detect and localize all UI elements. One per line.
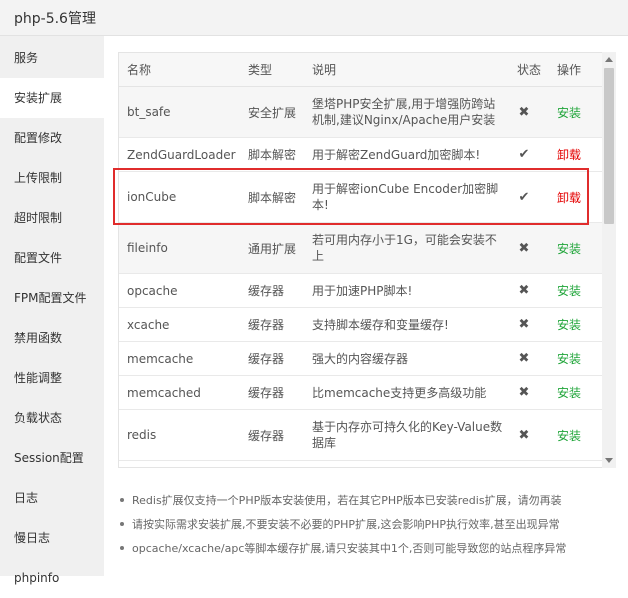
install-button[interactable]: 安装: [557, 308, 593, 341]
ext-desc: 比memcache支持更多高级功能: [312, 385, 487, 400]
status-cross-icon: ✖: [518, 351, 530, 366]
ext-name: xcache: [127, 317, 170, 332]
sidebar-item-upload-limit[interactable]: 上传限制: [0, 158, 104, 198]
install-button[interactable]: 安装: [557, 87, 593, 137]
ext-type: 缓存器: [248, 284, 285, 298]
table-row: memcache 缓存器 强大的内容缓存器 ✖ 安装: [119, 342, 602, 376]
scroll-thumb[interactable]: [604, 68, 614, 224]
status-cross-icon: ✖: [518, 385, 530, 400]
sidebar-item-performance[interactable]: 性能调整: [0, 358, 104, 398]
install-button[interactable]: 安装: [557, 274, 593, 307]
list-item: 请按实际需求安装扩展,不要安装不必要的PHP扩展,这会影响PHP执行效率,甚至出…: [120, 516, 560, 532]
status-cross-icon: ✖: [518, 240, 530, 256]
bullet-icon: [120, 546, 124, 550]
table-row: ZendGuardLoader 脚本解密 用于解密ZendGuard加密脚本! …: [119, 138, 602, 172]
note-text: 请按实际需求安装扩展,不要安装不必要的PHP扩展,这会影响PHP执行效率,甚至出…: [132, 518, 560, 531]
sidebar-item-fpm-config-file[interactable]: FPM配置文件: [0, 278, 104, 318]
window-title: php-5.6管理: [14, 11, 96, 27]
ext-name: opcache: [127, 283, 178, 298]
sidebar-item-log[interactable]: 日志: [0, 478, 104, 518]
note-text: opcache/xcache/apc等脚本缓存扩展,请只安装其中1个,否则可能导…: [132, 542, 567, 555]
ext-name: ionCube: [127, 190, 177, 204]
sidebar-item-disabled-functions[interactable]: 禁用函数: [0, 318, 104, 358]
ext-name: memcache: [127, 351, 194, 366]
status-cross-icon: ✖: [518, 104, 530, 120]
table-row: fileinfo 通用扩展 若可用内存小于1G，可能会安装不上 ✖ 安装: [119, 223, 602, 274]
ext-name: bt_safe: [127, 105, 171, 119]
status-check-icon: ✔: [518, 147, 530, 162]
ext-desc: 强大的内容缓存器: [312, 351, 409, 366]
sidebar: 服务 安装扩展 配置修改 上传限制 超时限制 配置文件 FPM配置文件 禁用函数…: [0, 36, 104, 585]
ext-type: 缓存器: [248, 352, 285, 366]
header-op: 操作: [557, 63, 582, 77]
ext-name: memcached: [127, 385, 201, 400]
table-scrollbar[interactable]: [602, 52, 616, 468]
ext-desc: 支持脚本缓存和变量缓存!: [312, 317, 449, 332]
sidebar-item-install-extensions[interactable]: 安装扩展: [0, 78, 104, 118]
ext-desc: 用于解密ZendGuard加密脚本!: [312, 147, 481, 162]
ext-type: 脚本解密: [248, 148, 297, 162]
list-item: opcache/xcache/apc等脚本缓存扩展,请只安装其中1个,否则可能导…: [120, 540, 566, 556]
header-type: 类型: [248, 63, 273, 77]
status-cross-icon: ✖: [518, 283, 530, 298]
ext-name: redis: [127, 428, 157, 442]
list-item: Redis扩展仅支持一个PHP版本安装使用，若在其它PHP版本已安装redis扩…: [120, 492, 562, 508]
table-row: memcached 缓存器 比memcache支持更多高级功能 ✖ 安装: [119, 376, 602, 410]
ext-name: ZendGuardLoader: [127, 147, 236, 162]
header-desc: 说明: [312, 63, 337, 77]
install-button[interactable]: 安装: [557, 410, 593, 460]
sidebar-item-config-edit[interactable]: 配置修改: [0, 118, 104, 158]
uninstall-button[interactable]: 卸载: [557, 172, 593, 222]
sidebar-item-load-status[interactable]: 负载状态: [0, 398, 104, 438]
sidebar-item-timeout-limit[interactable]: 超时限制: [0, 198, 104, 238]
bullet-icon: [120, 498, 124, 502]
scroll-up-arrow-icon[interactable]: [605, 57, 613, 62]
table-row: redis 缓存器 基于内存亦可持久化的Key-Value数据库 ✖ 安装: [119, 410, 602, 461]
sidebar-item-slow-log[interactable]: 慢日志: [0, 518, 104, 558]
ext-type: 缓存器: [248, 318, 285, 332]
ext-type: 通用扩展: [248, 241, 297, 256]
sidebar-item-service[interactable]: 服务: [0, 38, 104, 78]
status-check-icon: ✔: [518, 189, 530, 205]
install-button[interactable]: 安装: [557, 376, 593, 409]
install-button[interactable]: 安装: [557, 223, 593, 273]
ext-desc: 基于内存亦可持久化的Key-Value数据库: [312, 420, 503, 450]
status-cross-icon: ✖: [518, 317, 530, 332]
ext-type: 缓存器: [248, 428, 285, 443]
scroll-down-arrow-icon[interactable]: [605, 458, 613, 463]
table-row: ionCube 脚本解密 用于解密ionCube Encoder加密脚本! ✔ …: [119, 172, 602, 223]
install-button[interactable]: 安装: [557, 342, 593, 375]
status-cross-icon: ✖: [518, 427, 530, 443]
table-header: 名称 类型 说明 状态 操作: [119, 53, 602, 87]
ext-type: 安全扩展: [248, 105, 297, 120]
ext-desc: 堡塔PHP安全扩展,用于增强防跨站机制,建议Nginx/Apache用户安装: [312, 97, 496, 127]
bullet-icon: [120, 522, 124, 526]
table-row: xcache 缓存器 支持脚本缓存和变量缓存! ✖ 安装: [119, 308, 602, 342]
header-name: 名称: [127, 63, 152, 77]
table-row: bt_safe 安全扩展 堡塔PHP安全扩展,用于增强防跨站机制,建议Nginx…: [119, 87, 602, 138]
ext-type: 脚本解密: [248, 190, 297, 205]
window-titlebar: php-5.6管理: [0, 0, 628, 36]
extensions-table: 名称 类型 说明 状态 操作 bt_safe 安全扩展 堡塔PHP安全扩展,用于…: [118, 52, 602, 468]
table-row: opcache 缓存器 用于加速PHP脚本! ✖ 安装: [119, 274, 602, 308]
ext-type: 缓存器: [248, 386, 285, 400]
sidebar-item-session-config[interactable]: Session配置: [0, 438, 104, 478]
note-text: Redis扩展仅支持一个PHP版本安装使用，若在其它PHP版本已安装redis扩…: [132, 494, 562, 507]
header-status: 状态: [517, 63, 542, 77]
ext-desc: 用于解密ionCube Encoder加密脚本!: [312, 182, 499, 212]
ext-desc: 用于加速PHP脚本!: [312, 283, 413, 298]
ext-name: fileinfo: [127, 241, 168, 255]
ext-desc: 若可用内存小于1G，可能会安装不上: [312, 233, 497, 263]
sidebar-item-phpinfo[interactable]: phpinfo: [0, 558, 104, 598]
uninstall-button[interactable]: 卸载: [557, 138, 593, 171]
sidebar-item-config-file[interactable]: 配置文件: [0, 238, 104, 278]
